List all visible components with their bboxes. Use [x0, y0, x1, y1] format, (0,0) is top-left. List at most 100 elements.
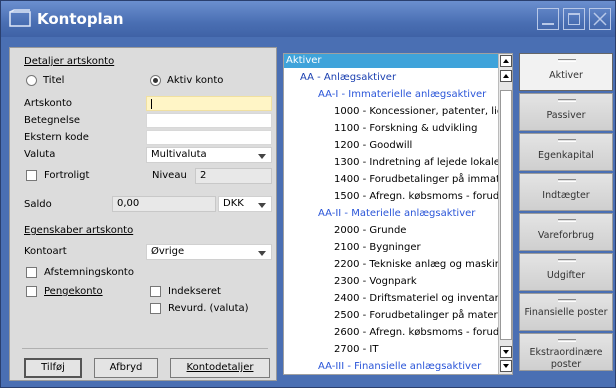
- tree-item[interactable]: 1500 - Afregn. købsmoms - forudt: [334, 188, 498, 205]
- grip-icon: [558, 299, 576, 302]
- grip-icon: [558, 259, 576, 262]
- nav-button-indtægter[interactable]: Indtægter: [519, 173, 613, 211]
- tree-item[interactable]: 2300 - Vognpark: [334, 273, 498, 290]
- ekstern-kode-input[interactable]: [146, 130, 272, 145]
- kontoplan-window: Kontoplan Detaljer artskonto Titel Aktiv…: [0, 0, 616, 388]
- grip-icon: [558, 179, 576, 182]
- nav-button-label: Ekstraordinære poster: [529, 347, 603, 370]
- artskonto-input[interactable]: [146, 96, 272, 111]
- account-tree[interactable]: Aktiver AA - Anlægsaktiver AA-I - Immater…: [283, 53, 513, 375]
- saldo-currency-select[interactable]: DKK: [218, 196, 272, 212]
- pengekonto-checkbox[interactable]: [26, 286, 37, 297]
- fortroligt-checkbox[interactable]: [26, 170, 37, 181]
- nav-button-label: Aktiver: [549, 70, 583, 81]
- nav-button-label: Passiver: [546, 110, 586, 121]
- egenskaber-heading: Egenskaber artskonto: [24, 225, 134, 236]
- niveau-value: 2: [195, 168, 272, 184]
- grip-icon: [558, 59, 576, 62]
- minimize-button[interactable]: [537, 8, 559, 30]
- indekseret-label: Indekseret: [168, 286, 221, 297]
- nav-button-udgifter[interactable]: Udgifter: [519, 253, 613, 291]
- valuta-select[interactable]: Multivaluta: [146, 147, 272, 163]
- nav-button-label: Finansielle poster: [524, 307, 608, 318]
- afstemningskonto-checkbox[interactable]: [26, 267, 37, 278]
- kontoart-select[interactable]: Øvrige: [146, 244, 272, 260]
- tree-item[interactable]: 2700 - IT: [334, 341, 498, 358]
- tree-item[interactable]: 1000 - Koncessioner, patenter, lice: [334, 103, 498, 120]
- tree-item[interactable]: 2000 - Grunde: [334, 222, 498, 239]
- saldo-label: Saldo: [24, 199, 52, 210]
- indekseret-checkbox[interactable]: [150, 286, 161, 297]
- chevron-down-icon: [258, 154, 266, 159]
- tree-root-aktiver[interactable]: Aktiver: [284, 54, 498, 68]
- vertical-scrollbar[interactable]: [498, 54, 512, 374]
- text-caret: [151, 99, 152, 109]
- tree-item[interactable]: 2400 - Driftsmateriel og inventar: [334, 290, 498, 307]
- kontoart-label: Kontoart: [24, 246, 67, 257]
- close-button[interactable]: [589, 8, 611, 30]
- tree-item[interactable]: AA - Anlægsaktiver: [300, 69, 498, 86]
- scroll-page-up-button[interactable]: [500, 70, 512, 82]
- afbryd-button[interactable]: Afbryd: [94, 358, 158, 378]
- artskonto-label: Artskonto: [24, 98, 73, 109]
- radio-aktiv-label: Aktiv konto: [167, 75, 224, 86]
- grip-icon: [558, 99, 576, 102]
- grip-icon: [558, 219, 576, 222]
- valuta-value: Multivaluta: [151, 149, 207, 160]
- niveau-label: Niveau: [152, 170, 187, 181]
- scroll-up-button[interactable]: [500, 55, 512, 67]
- revurd-label: Revurd. (valuta): [168, 303, 249, 314]
- nav-button-passiver[interactable]: Passiver: [519, 93, 613, 131]
- valuta-label: Valuta: [24, 149, 56, 160]
- scroll-down-button[interactable]: [500, 360, 512, 372]
- window-title: Kontoplan: [37, 10, 124, 28]
- tree-item[interactable]: 1400 - Forudbetalinger på immater: [334, 171, 498, 188]
- account-details-form: Detaljer artskonto Titel Aktiv konto Art…: [9, 47, 277, 381]
- grip-icon: [558, 139, 576, 142]
- nav-button-label: Egenkapital: [538, 150, 594, 161]
- betegnelse-input[interactable]: [146, 113, 272, 128]
- details-heading: Detaljer artskonto: [24, 56, 115, 67]
- tree-item[interactable]: AA-II - Materielle anlægsaktiver: [318, 205, 498, 222]
- grip-icon: [558, 339, 576, 342]
- nav-button-vareforbrug[interactable]: Vareforbrug: [519, 213, 613, 251]
- window-icon: [9, 9, 31, 27]
- title-bar[interactable]: Kontoplan: [1, 1, 615, 37]
- nav-button-aktiver[interactable]: Aktiver: [519, 53, 613, 91]
- nav-button-egenkapital[interactable]: Egenkapital: [519, 133, 613, 171]
- betegnelse-label: Betegnelse: [24, 115, 81, 126]
- revurd-checkbox[interactable]: [150, 303, 161, 314]
- tree-item[interactable]: 2100 - Bygninger: [334, 239, 498, 256]
- tree-item[interactable]: 2200 - Tekniske anlæg og maskine: [334, 256, 498, 273]
- radio-aktiv-konto[interactable]: [150, 75, 161, 86]
- afstemningskonto-label: Afstemningskonto: [44, 267, 134, 278]
- tree-item[interactable]: 2500 - Forudbetalinger på materiel: [334, 307, 498, 324]
- scroll-page-down-button[interactable]: [500, 346, 512, 358]
- maximize-button[interactable]: [563, 8, 585, 30]
- saldo-currency-value: DKK: [223, 198, 244, 209]
- tree-item[interactable]: AA-I - Immaterielle anlægsaktiver: [318, 86, 498, 103]
- nav-button-ekstraordinære-poster[interactable]: Ekstraordinære poster: [519, 333, 613, 371]
- tree-item[interactable]: 1100 - Forskning & udvikling: [334, 120, 498, 137]
- scrollbar-thumb[interactable]: [500, 90, 512, 340]
- tilfoej-button[interactable]: Tilføj: [24, 358, 82, 378]
- tree-item[interactable]: 2600 - Afregn. købsmoms - forudt: [334, 324, 498, 341]
- kontodetaljer-button[interactable]: Kontodetaljer: [170, 358, 270, 378]
- nav-button-label: Vareforbrug: [537, 230, 595, 241]
- tree-item[interactable]: 1300 - Indretning af lejede lokaler: [334, 154, 498, 171]
- nav-button-label: Indtægter: [542, 190, 590, 201]
- chevron-down-icon: [258, 203, 266, 208]
- nav-button-label: Udgifter: [546, 270, 586, 281]
- divider: [22, 348, 268, 349]
- close-icon: [593, 12, 607, 26]
- tree-item[interactable]: 1200 - Goodwill: [334, 137, 498, 154]
- fortroligt-label: Fortroligt: [44, 170, 90, 181]
- ekstern-kode-label: Ekstern kode: [24, 132, 89, 143]
- nav-button-finansielle-poster[interactable]: Finansielle poster: [519, 293, 613, 331]
- radio-titel[interactable]: [26, 75, 37, 86]
- radio-titel-label: Titel: [43, 75, 65, 86]
- kontoart-value: Øvrige: [151, 246, 185, 257]
- chevron-down-icon: [258, 251, 266, 256]
- pengekonto-label: Pengekonto: [44, 286, 103, 297]
- tree-item[interactable]: AA-III - Finansielle anlægsaktiver: [318, 358, 498, 374]
